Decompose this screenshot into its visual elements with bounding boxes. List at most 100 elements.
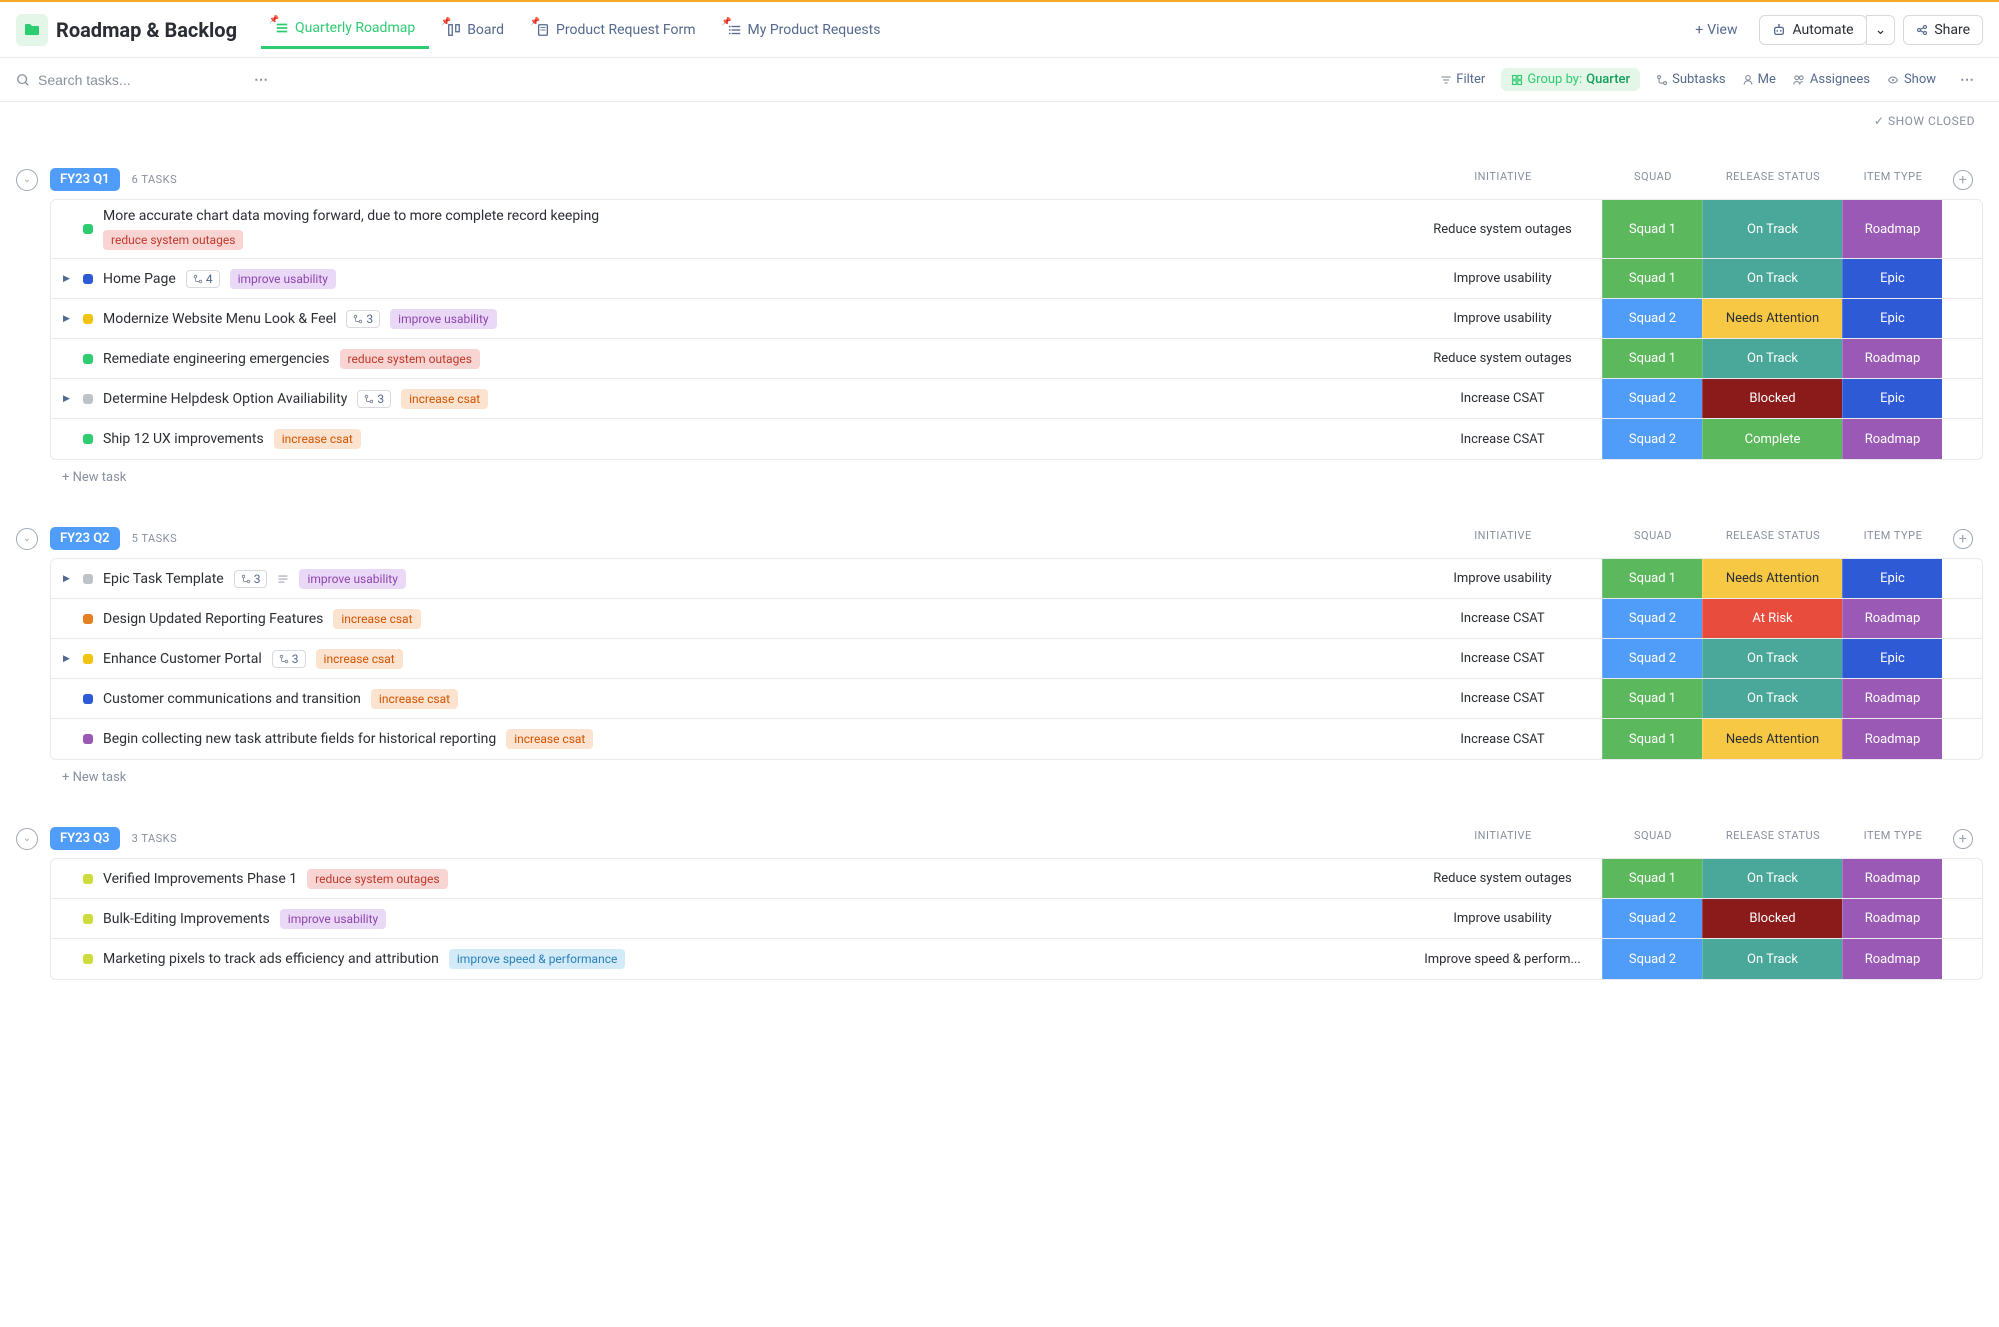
cell-squad[interactable]: Squad 2 [1602, 939, 1702, 979]
tab-my-product-requests[interactable]: 📌My Product Requests [714, 12, 895, 48]
cell-item-type[interactable]: Epic [1842, 379, 1942, 418]
cell-release-status[interactable]: Needs Attention [1702, 559, 1842, 598]
task-tag[interactable]: reduce system outages [307, 869, 447, 889]
status-indicator[interactable] [83, 654, 93, 664]
collapse-group-button[interactable]: ⌄ [16, 828, 38, 850]
cell-release-status[interactable]: Blocked [1702, 379, 1842, 418]
status-indicator[interactable] [83, 354, 93, 364]
task-row[interactable]: More accurate chart data moving forward,… [51, 200, 1982, 259]
status-indicator[interactable] [83, 274, 93, 284]
group-badge[interactable]: FY23 Q3 [50, 827, 120, 850]
status-indicator[interactable] [83, 574, 93, 584]
cell-squad[interactable]: Squad 1 [1602, 859, 1702, 898]
col-header-initiative[interactable]: INITIATIVE [1403, 170, 1603, 190]
cell-initiative[interactable]: Increase CSAT [1402, 599, 1602, 638]
expand-caret-icon[interactable]: ▶ [63, 394, 73, 404]
cell-initiative[interactable]: Reduce system outages [1402, 200, 1602, 258]
cell-squad[interactable]: Squad 2 [1602, 639, 1702, 678]
task-row[interactable]: Marketing pixels to track ads efficiency… [51, 939, 1982, 979]
task-row[interactable]: Verified Improvements Phase 1 reduce sys… [51, 859, 1982, 899]
show-closed-button[interactable]: ✓ SHOW CLOSED [1874, 114, 1975, 128]
subtasks-button[interactable]: Subtasks [1656, 72, 1726, 87]
col-header-squad[interactable]: SQUAD [1603, 829, 1703, 849]
page-title[interactable]: Roadmap & Backlog [56, 18, 237, 42]
cell-release-status[interactable]: At Risk [1702, 599, 1842, 638]
cell-item-type[interactable]: Epic [1842, 299, 1942, 338]
task-row[interactable]: Design Updated Reporting Features increa… [51, 599, 1982, 639]
cell-squad[interactable]: Squad 2 [1602, 419, 1702, 459]
task-row[interactable]: ▶ Determine Helpdesk Option Availiabilit… [51, 379, 1982, 419]
cell-release-status[interactable]: Blocked [1702, 899, 1842, 938]
cell-squad[interactable]: Squad 2 [1602, 299, 1702, 338]
cell-item-type[interactable]: Epic [1842, 559, 1942, 598]
cell-squad[interactable]: Squad 2 [1602, 899, 1702, 938]
cell-release-status[interactable]: On Track [1702, 859, 1842, 898]
task-row[interactable]: ▶ Enhance Customer Portal 3increase csat… [51, 639, 1982, 679]
cell-squad[interactable]: Squad 1 [1602, 339, 1702, 378]
subtask-count-badge[interactable]: 3 [234, 570, 268, 588]
col-header-squad[interactable]: SQUAD [1603, 170, 1703, 190]
toolbar-more-icon[interactable]: ⋯ [1952, 72, 1983, 88]
add-column-button[interactable]: + [1953, 829, 1973, 849]
cell-release-status[interactable]: On Track [1702, 339, 1842, 378]
cell-initiative[interactable]: Increase CSAT [1402, 379, 1602, 418]
cell-initiative[interactable]: Increase CSAT [1402, 419, 1602, 459]
cell-release-status[interactable]: On Track [1702, 679, 1842, 718]
collapse-group-button[interactable]: ⌄ [16, 528, 38, 550]
show-button[interactable]: Show [1886, 72, 1936, 87]
status-indicator[interactable] [83, 914, 93, 924]
expand-caret-icon[interactable]: ▶ [63, 574, 73, 584]
subtask-count-badge[interactable]: 4 [186, 270, 220, 288]
task-tag[interactable]: increase csat [371, 689, 458, 709]
cell-release-status[interactable]: On Track [1702, 259, 1842, 298]
cell-item-type[interactable]: Roadmap [1842, 899, 1942, 938]
share-button[interactable]: Share [1903, 15, 1983, 45]
task-tag[interactable]: improve speed & performance [449, 949, 625, 969]
col-header-item-type[interactable]: ITEM TYPE [1843, 529, 1943, 549]
cell-initiative[interactable]: Improve usability [1402, 259, 1602, 298]
cell-squad[interactable]: Squad 1 [1602, 679, 1702, 718]
expand-caret-icon[interactable]: ▶ [63, 314, 73, 324]
col-header-squad[interactable]: SQUAD [1603, 529, 1703, 549]
add-column-button[interactable]: + [1953, 529, 1973, 549]
cell-item-type[interactable]: Roadmap [1842, 719, 1942, 759]
task-row[interactable]: ▶ Modernize Website Menu Look & Feel 3im… [51, 299, 1982, 339]
status-indicator[interactable] [83, 614, 93, 624]
folder-icon[interactable] [16, 14, 48, 46]
status-indicator[interactable] [83, 434, 93, 444]
col-header-initiative[interactable]: INITIATIVE [1403, 829, 1603, 849]
me-button[interactable]: Me [1742, 72, 1776, 87]
task-row[interactable]: Ship 12 UX improvements increase csat In… [51, 419, 1982, 459]
task-row[interactable]: ▶ Epic Task Template 3improve usability … [51, 559, 1982, 599]
status-indicator[interactable] [83, 734, 93, 744]
task-tag[interactable]: increase csat [401, 389, 488, 409]
col-header-release-status[interactable]: RELEASE STATUS [1703, 529, 1843, 549]
task-tag[interactable]: reduce system outages [103, 230, 243, 250]
assignees-button[interactable]: Assignees [1792, 72, 1870, 87]
filter-button[interactable]: Filter [1440, 72, 1485, 87]
cell-item-type[interactable]: Roadmap [1842, 339, 1942, 378]
cell-squad[interactable]: Squad 1 [1602, 259, 1702, 298]
status-indicator[interactable] [83, 394, 93, 404]
cell-initiative[interactable]: Increase CSAT [1402, 679, 1602, 718]
cell-squad[interactable]: Squad 2 [1602, 599, 1702, 638]
cell-item-type[interactable]: Epic [1842, 259, 1942, 298]
cell-release-status[interactable]: Needs Attention [1702, 719, 1842, 759]
status-indicator[interactable] [83, 694, 93, 704]
col-header-initiative[interactable]: INITIATIVE [1403, 529, 1603, 549]
cell-release-status[interactable]: On Track [1702, 939, 1842, 979]
cell-release-status[interactable]: On Track [1702, 639, 1842, 678]
cell-release-status[interactable]: On Track [1702, 200, 1842, 258]
cell-item-type[interactable]: Epic [1842, 639, 1942, 678]
automate-button[interactable]: Automate [1759, 15, 1866, 45]
task-tag[interactable]: increase csat [506, 729, 593, 749]
cell-squad[interactable]: Squad 2 [1602, 379, 1702, 418]
cell-initiative[interactable]: Improve speed & perform... [1402, 939, 1602, 979]
col-header-item-type[interactable]: ITEM TYPE [1843, 829, 1943, 849]
status-indicator[interactable] [83, 954, 93, 964]
status-indicator[interactable] [83, 224, 93, 234]
cell-item-type[interactable]: Roadmap [1842, 419, 1942, 459]
automate-dropdown[interactable]: ⌄ [1866, 15, 1896, 45]
search-more-icon[interactable]: ⋯ [246, 72, 277, 88]
new-task-button[interactable]: + New task [16, 460, 1983, 495]
